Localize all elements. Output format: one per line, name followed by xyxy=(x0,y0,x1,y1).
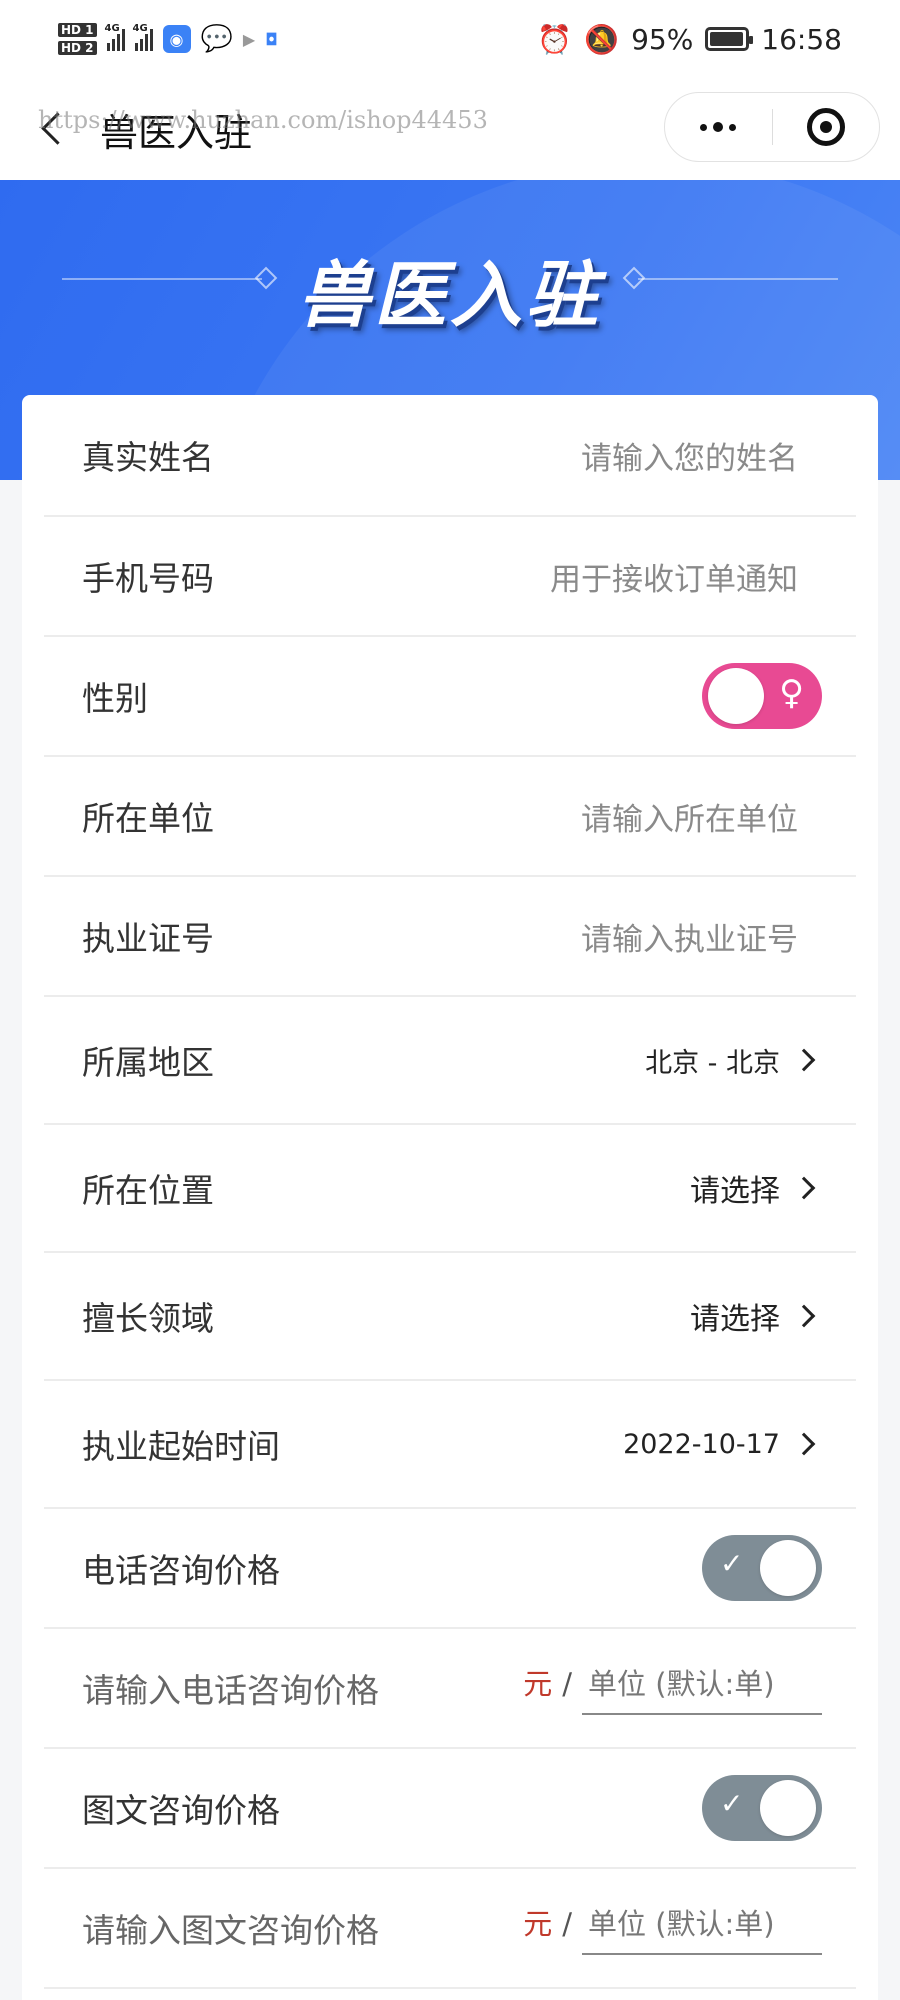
wechat-icon: 💬 xyxy=(200,24,233,54)
text-price-unit: 元 / 单位 (默认:单) xyxy=(523,1901,822,1955)
toggle-knob xyxy=(760,1780,816,1836)
phone-consult-row: 电话咨询价格 ✓ xyxy=(44,1509,856,1629)
unit-row: 所在单位 请输入所在单位 xyxy=(44,757,856,877)
dot-icon xyxy=(700,123,708,131)
registration-form: 真实姓名 请输入您的姓名 手机号码 用于接收订单通知 性别 ♀ 所在单位 请输入… xyxy=(22,395,878,2000)
specialty-label: 擅长领域 xyxy=(82,1299,214,1338)
location-row[interactable]: 所在位置 请选择 xyxy=(44,1125,856,1253)
phone-label: 手机号码 xyxy=(82,559,214,598)
battery-icon xyxy=(705,27,754,51)
specialty-row[interactable]: 擅长领域 请选择 xyxy=(44,1253,856,1381)
text-price-row: 请输入图文咨询价格 元 / 单位 (默认:单) xyxy=(44,1869,856,1989)
specialty-value: 请选择 xyxy=(690,1302,780,1337)
net2-label: 4G xyxy=(132,23,148,34)
phone-consult-toggle[interactable]: ✓ xyxy=(702,1535,822,1601)
chevron-right-icon xyxy=(792,1304,816,1328)
region-value: 北京 - 北京 xyxy=(645,1047,780,1079)
miniprogram-capsule xyxy=(664,92,880,162)
mute-icon: 🔕 xyxy=(584,22,620,56)
phone-unit-input[interactable]: 单位 (默认:单) xyxy=(582,1661,822,1715)
gender-row: 性别 ♀ xyxy=(44,637,856,757)
signal-icon: 4G xyxy=(105,23,125,51)
unit-input[interactable]: 请输入所在单位 xyxy=(581,794,798,839)
slash-separator: / xyxy=(562,1907,572,1941)
more-button[interactable] xyxy=(665,93,772,161)
clock: 16:58 xyxy=(761,22,842,56)
female-icon: ♀ xyxy=(779,673,804,713)
signal-icon-2: 4G xyxy=(133,23,153,51)
phone-input[interactable]: 用于接收订单通知 xyxy=(550,554,798,599)
battery-percent: 95% xyxy=(631,22,694,56)
dot-icon xyxy=(713,122,724,132)
nav-bar: 兽医入驻 https://www.huzhan.com/ishop44453 xyxy=(0,78,900,180)
region-row[interactable]: 所属地区 北京 - 北京 xyxy=(44,997,856,1125)
start-date-value: 2022-10-17 xyxy=(623,1428,780,1460)
chevron-right-icon xyxy=(792,1048,816,1072)
gender-toggle[interactable]: ♀ xyxy=(702,663,822,729)
location-label: 所在位置 xyxy=(82,1171,214,1210)
check-icon: ✓ xyxy=(720,1787,744,1820)
status-left: HD 1 HD 2 4G 4G ◉ 💬 ▶ ◘ xyxy=(58,23,278,55)
small-app-icon: ◘ xyxy=(265,29,278,49)
phone-price-input[interactable]: 请输入电话咨询价格 xyxy=(82,1664,379,1712)
watermark: https://www.huzhan.com/ishop44453 xyxy=(38,106,488,134)
license-label: 执业证号 xyxy=(82,919,214,958)
chevron-right-icon xyxy=(792,1432,816,1456)
hd-indicator: HD 1 HD 2 xyxy=(58,23,97,55)
toggle-knob xyxy=(708,668,764,724)
license-input[interactable]: 请输入执业证号 xyxy=(581,914,798,959)
unit-label: 所在单位 xyxy=(82,799,214,838)
target-icon xyxy=(806,108,845,146)
slash-separator: / xyxy=(562,1667,572,1701)
check-icon: ✓ xyxy=(720,1547,744,1580)
gender-label: 性别 xyxy=(82,679,148,718)
hd2-label: HD 2 xyxy=(58,41,97,55)
text-consult-toggle[interactable]: ✓ xyxy=(702,1775,822,1841)
play-icon: ▶ xyxy=(242,29,256,49)
location-value: 请选择 xyxy=(690,1174,780,1209)
net1-label: 4G xyxy=(104,23,120,34)
hd1-label: HD 1 xyxy=(58,23,97,37)
text-unit-input[interactable]: 单位 (默认:单) xyxy=(582,1901,822,1955)
banner-title: 兽医入驻 xyxy=(297,253,602,337)
status-bar: HD 1 HD 2 4G 4G ◉ 💬 ▶ ◘ ⏰ 🔕 95% 16:58 xyxy=(0,0,900,78)
app-notification-icon: ◉ xyxy=(162,25,191,53)
status-right: ⏰ 🔕 95% 16:58 xyxy=(537,23,842,56)
currency-label: 元 xyxy=(523,1907,553,1941)
alarm-icon: ⏰ xyxy=(537,22,573,56)
close-miniprogram-button[interactable] xyxy=(772,93,879,161)
text-price-input[interactable]: 请输入图文咨询价格 xyxy=(82,1904,379,1952)
start-date-row[interactable]: 执业起始时间 2022-10-17 xyxy=(44,1381,856,1509)
phone-consult-label: 电话咨询价格 xyxy=(82,1551,280,1590)
dot-icon xyxy=(729,123,737,131)
name-label: 真实姓名 xyxy=(82,438,214,477)
toggle-knob xyxy=(760,1540,816,1596)
name-row: 真实姓名 请输入您的姓名 xyxy=(44,395,856,517)
name-input[interactable]: 请输入您的姓名 xyxy=(581,433,798,478)
license-row: 执业证号 请输入执业证号 xyxy=(44,877,856,997)
phone-price-unit: 元 / 单位 (默认:单) xyxy=(523,1661,822,1715)
chevron-right-icon xyxy=(792,1176,816,1200)
phone-row: 手机号码 用于接收订单通知 xyxy=(44,517,856,637)
text-consult-row: 图文咨询价格 ✓ xyxy=(44,1749,856,1869)
phone-price-row: 请输入电话咨询价格 元 / 单位 (默认:单) xyxy=(44,1629,856,1749)
region-label: 所属地区 xyxy=(82,1043,214,1082)
text-consult-label: 图文咨询价格 xyxy=(82,1791,280,1830)
currency-label: 元 xyxy=(523,1667,553,1701)
start-date-label: 执业起始时间 xyxy=(82,1427,280,1466)
